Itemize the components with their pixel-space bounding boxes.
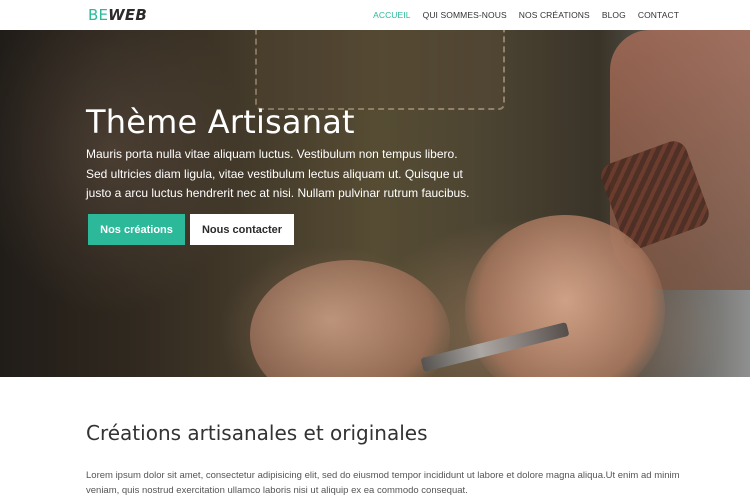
hero-description: Mauris porta nulla vitae aliquam luctus.… <box>86 147 470 200</box>
hero-banner: Thème Artisanat Mauris porta nulla vitae… <box>0 30 750 377</box>
nous-contacter-button[interactable]: Nous contacter <box>190 214 294 245</box>
nav-item-nos-creations[interactable]: NOS CRÉATIONS <box>519 10 590 20</box>
section-paragraph: Lorem ipsum dolor sit amet, consectetur … <box>86 470 680 496</box>
logo-part-web: WEB <box>108 6 147 24</box>
nav-item-contact[interactable]: CONTACT <box>638 10 679 20</box>
site-header: BE WEB ACCUEIL QUI SOMMES-NOUS NOS CRÉAT… <box>0 0 750 30</box>
section-title: Créations artisanales et originales <box>86 421 428 445</box>
nav-item-qui-sommes-nous[interactable]: QUI SOMMES-NOUS <box>423 10 507 20</box>
nos-creations-button[interactable]: Nos créations <box>88 214 185 245</box>
site-logo[interactable]: BE WEB <box>88 6 147 24</box>
nav-item-accueil[interactable]: ACCUEIL <box>373 10 411 20</box>
nav-item-blog[interactable]: BLOG <box>602 10 626 20</box>
logo-part-be: BE <box>88 6 109 24</box>
main-navigation: ACCUEIL QUI SOMMES-NOUS NOS CRÉATIONS BL… <box>361 0 679 30</box>
hero-overlay <box>0 30 750 377</box>
hero-title: Thème Artisanat <box>86 103 355 141</box>
